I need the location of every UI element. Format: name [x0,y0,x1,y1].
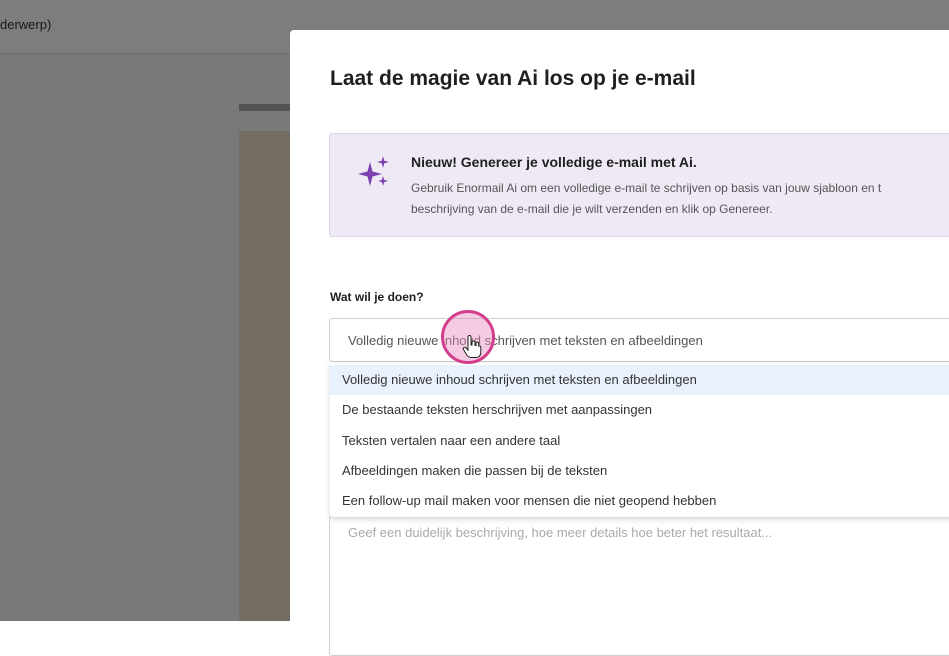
dropdown-option[interactable]: Teksten vertalen naar een andere taal [330,426,949,456]
banner-body: Gebruik Enormail Ai om een volledige e-m… [411,178,949,220]
dropdown-option[interactable]: Volledig nieuwe inhoud schrijven met tek… [330,365,949,395]
banner-body-line: beschrijving van de e-mail die je wilt v… [411,202,773,216]
description-textarea[interactable]: Geef een duidelijk beschrijving, hoe mee… [329,516,949,656]
description-placeholder: Geef een duidelijk beschrijving, hoe mee… [348,525,773,540]
action-field-label: Wat wil je doen? [330,290,424,304]
ai-modal: Laat de magie van Ai los op je e-mail Ni… [290,30,949,656]
hand-cursor-icon [462,335,482,358]
modal-title: Laat de magie van Ai los op je e-mail [330,67,696,90]
sparkle-icon [358,156,389,186]
action-dropdown-menu: Volledig nieuwe inhoud schrijven met tek… [330,363,949,517]
banner-title: Nieuw! Genereer je volledige e-mail met … [411,154,697,170]
dropdown-option[interactable]: Een follow-up mail maken voor mensen die… [330,486,949,516]
action-select-value: Volledig nieuwe inhoud schrijven met tek… [348,333,703,348]
banner-body-line: Gebruik Enormail Ai om een volledige e-m… [411,181,882,195]
dropdown-option[interactable]: Afbeeldingen maken die passen bij de tek… [330,456,949,486]
action-select[interactable]: Volledig nieuwe inhoud schrijven met tek… [329,318,949,362]
ai-info-banner: Nieuw! Genereer je volledige e-mail met … [329,133,949,237]
dropdown-option[interactable]: De bestaande teksten herschrijven met aa… [330,395,949,425]
